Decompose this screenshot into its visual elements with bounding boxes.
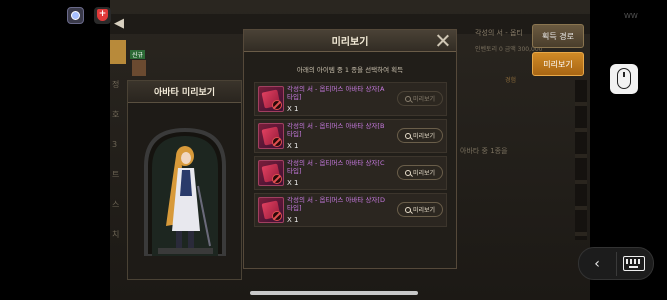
magnifier-icon [404, 132, 411, 139]
list-item[interactable]: 각성의 서 - 옵티머스 아바타 상자[C타입] X 1 미리보기 [254, 156, 447, 190]
avatar-box-icon [258, 197, 284, 223]
bg-left-label: 호 [112, 110, 120, 119]
bg-item-note: 경험 [505, 77, 517, 84]
bg-left-label: 트 [112, 170, 120, 179]
item-name: 각성의 서 - 옵티머스 아바타 상자[D타입] [287, 196, 385, 212]
back-arrow-icon[interactable]: ◀ [114, 16, 124, 31]
mouse-icon[interactable] [610, 64, 638, 94]
bg-thumbnail [132, 60, 146, 76]
modal-subtitle: 아래의 아이템 중 1 종을 선택하여 획득 [296, 66, 404, 74]
close-icon[interactable] [436, 34, 450, 48]
avatar-preview-panel: 아바타 미리보기 [127, 80, 242, 280]
modal-header: 미리보기 [244, 30, 456, 52]
item-list: 각성의 서 - 옵티머스 아바타 상자[A타입] X 1 미리보기 각성의 서 … [254, 82, 447, 230]
item-preview-button[interactable]: 미리보기 [397, 91, 443, 106]
item-name: 각성의 서 - 옵티머스 아바타 상자[B타입] [287, 122, 385, 138]
left-gutter [0, 0, 110, 300]
item-preview-label: 미리보기 [412, 96, 436, 103]
back-icon[interactable]: ‹ [587, 254, 607, 274]
bg-slot-column [575, 80, 587, 240]
bg-left-label: 정 [112, 80, 120, 89]
item-preview-label: 미리보기 [412, 170, 436, 177]
item-quantity: X 1 [287, 216, 299, 224]
item-name: 각성의 서 - 옵티머스 아바타 상자[C타입] [287, 159, 385, 175]
bg-side-tab [110, 40, 126, 64]
bg-left-label: 스 [112, 200, 120, 209]
item-preview-button[interactable]: 미리보기 [397, 165, 443, 180]
magnifier-icon [404, 206, 411, 213]
keyboard-icon[interactable] [623, 256, 645, 271]
bg-left-label: 치 [112, 230, 120, 239]
item-preview-button[interactable]: 미리보기 [397, 128, 443, 143]
magnifier-icon [404, 95, 411, 102]
avatar-character-image [144, 127, 226, 256]
preview-button[interactable]: 미리보기 [532, 52, 584, 76]
corner-indicator: WW [624, 12, 638, 20]
list-item[interactable]: 각성의 서 - 옵티머스 아바타 상자[B타입] X 1 미리보기 [254, 119, 447, 153]
item-quantity: X 1 [287, 179, 299, 187]
bg-new-badge: 신규 [130, 50, 146, 59]
item-quantity: X 1 [287, 142, 299, 150]
shield-icon-glyph: + [97, 9, 108, 21]
game-screen: ◀ 신규 정 호 3 트 스 치 각성의 서 - 옵티 인벤토리 0 금액 30… [110, 0, 590, 300]
floating-nav: ‹ [578, 247, 654, 280]
avatar-preview-title: 아바타 미리보기 [128, 81, 241, 103]
screen-recorder-icon[interactable] [67, 7, 84, 24]
list-item[interactable]: 각성의 서 - 옵티머스 아바타 상자[D타입] X 1 미리보기 [254, 193, 447, 227]
modal-title: 미리보기 [331, 37, 369, 48]
bg-left-labels: 정 호 3 트 스 치 [112, 70, 119, 250]
avatar-box-icon [258, 160, 284, 186]
home-indicator-bar[interactable] [250, 291, 418, 295]
avatar-box-icon [258, 86, 284, 112]
bg-item-title: 각성의 서 - 옵티 [475, 29, 523, 37]
bg-item-desc: 아바타 중 1종을 [460, 147, 508, 155]
bg-left-label: 3 [112, 140, 118, 149]
preview-modal: 미리보기 아래의 아이템 중 1 종을 선택하여 획득 각성의 서 - 옵티머스… [243, 29, 457, 269]
item-quantity: X 1 [287, 105, 299, 113]
list-item[interactable]: 각성의 서 - 옵티머스 아바타 상자[A타입] X 1 미리보기 [254, 82, 447, 116]
magnifier-icon [404, 169, 411, 176]
nav-divider [616, 252, 617, 276]
item-preview-label: 미리보기 [412, 133, 436, 140]
item-preview-label: 미리보기 [412, 207, 436, 214]
acquire-route-button[interactable]: 획득 경로 [532, 24, 584, 48]
item-name: 각성의 서 - 옵티머스 아바타 상자[A타입] [287, 85, 385, 101]
item-preview-button[interactable]: 미리보기 [397, 202, 443, 217]
shield-icon[interactable]: + [94, 7, 111, 24]
avatar-box-icon [258, 123, 284, 149]
